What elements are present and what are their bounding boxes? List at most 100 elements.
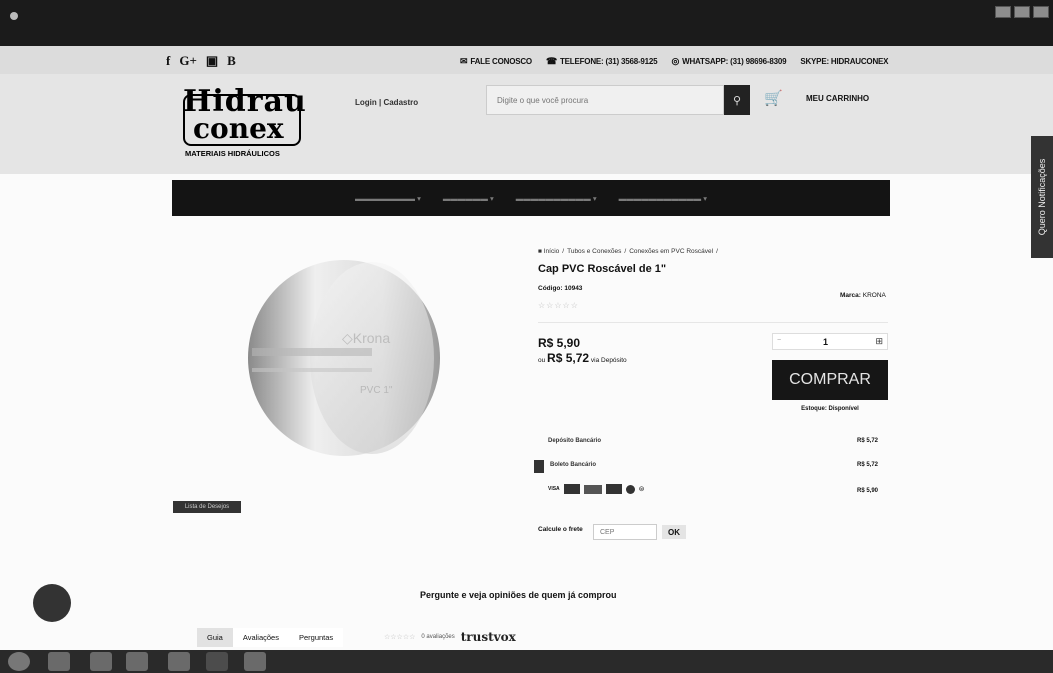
quantity-value[interactable]: 1 bbox=[823, 337, 828, 347]
payment-amount: R$ 5,72 bbox=[856, 438, 878, 444]
payment-amount: R$ 5,72 bbox=[856, 462, 878, 468]
svg-text:PVC 1": PVC 1" bbox=[360, 385, 393, 396]
taskbar bbox=[0, 650, 1053, 673]
main-nav: ▬▬▬▬▬▬▬▬ ▾ ▬▬▬▬▬▬ ▾ ▬▬▬▬▬▬▬▬▬▬ ▾ ▬▬▬▬▬▬▬… bbox=[172, 180, 890, 216]
cart-icon[interactable]: 🛒 bbox=[764, 89, 783, 107]
breadcrumb: ■ Início / Tubos e Conexões / Conexões em PV… bbox=[538, 248, 718, 255]
payment-method-name: Depósito Bancário bbox=[548, 438, 602, 444]
review-summary: ☆☆☆☆☆ 0 avaliações trustvox bbox=[384, 630, 516, 644]
close-button[interactable] bbox=[1033, 6, 1049, 18]
nav-item-1[interactable]: ▬▬▬▬▬▬▬▬ ▾ bbox=[355, 194, 421, 203]
taskbar-photos-icon[interactable] bbox=[244, 652, 266, 671]
visa-icon: VISA bbox=[548, 486, 560, 492]
nav-item-2[interactable]: ▬▬▬▬▬▬ ▾ bbox=[443, 194, 494, 203]
deposit-price-value: R$ 5,72 bbox=[547, 351, 590, 365]
payment-row-cards: VISA ⊜ R$ 5,90 bbox=[538, 482, 888, 504]
maximize-button[interactable] bbox=[1014, 6, 1030, 18]
login-link[interactable]: Login | Cadastro bbox=[355, 98, 418, 107]
site-logo[interactable]: Hidrau conex MATERIAIS HIDRÁULICOS bbox=[183, 84, 309, 164]
breadcrumb-subcategory[interactable]: Conexões em PVC Roscável bbox=[629, 248, 713, 255]
deposit-prefix: ou bbox=[538, 357, 546, 364]
brand-label: Marca: bbox=[840, 292, 861, 299]
deposit-price: ou R$ 5,72 via Depósito bbox=[538, 351, 627, 365]
fale-conosco-link[interactable]: ✉ FALE CONOSCO bbox=[460, 56, 532, 67]
phone-icon: ☎ bbox=[545, 56, 557, 66]
chat-bubble-icon[interactable] bbox=[33, 584, 71, 622]
minimize-button[interactable] bbox=[995, 6, 1011, 18]
social-links: f G+ ▣ B bbox=[166, 53, 236, 69]
divider bbox=[538, 322, 888, 323]
qa-tabs: Guia Avaliações Perguntas bbox=[197, 628, 344, 647]
start-button[interactable] bbox=[8, 652, 30, 671]
quantity-stepper: − 1 ⊞ bbox=[772, 333, 888, 350]
card-brands: VISA ⊜ bbox=[548, 484, 645, 494]
header: Hidrau conex MATERIAIS HIDRÁULICOS Login… bbox=[0, 74, 1053, 174]
facebook-icon[interactable]: f bbox=[166, 53, 170, 69]
nav-item-3[interactable]: ▬▬▬▬▬▬▬▬▬▬ ▾ bbox=[516, 194, 597, 203]
envelope-icon: ✉ bbox=[460, 56, 468, 66]
amex-icon bbox=[583, 484, 602, 494]
freight-ok-button[interactable]: OK bbox=[662, 525, 686, 539]
whatsapp-icon: ◎ bbox=[671, 56, 680, 66]
taskbar-chrome-icon[interactable] bbox=[168, 652, 190, 671]
window-controls bbox=[995, 6, 1049, 18]
product-image[interactable]: ◇Krona PVC 1" bbox=[232, 258, 448, 468]
notifications-tab[interactable]: Quero Notificações bbox=[1031, 136, 1053, 258]
tab-guia[interactable]: Guia bbox=[197, 628, 233, 647]
diners-icon bbox=[605, 484, 622, 494]
fale-conosco-label: FALE CONOSCO bbox=[470, 57, 532, 66]
top-bar: f G+ ▣ B ✉ FALE CONOSCO ☎ TELEFONE: (31)… bbox=[0, 46, 1053, 74]
nav-item-4[interactable]: ▬▬▬▬▬▬▬▬▬▬▬ ▾ bbox=[619, 194, 707, 203]
tab-avaliacoes[interactable]: Avaliações bbox=[232, 628, 289, 647]
google-plus-icon[interactable]: G+ bbox=[179, 53, 197, 69]
instagram-icon[interactable]: ▣ bbox=[206, 53, 218, 69]
logo-text-line2: conex bbox=[193, 112, 284, 145]
payment-row-deposit: Depósito Bancário R$ 5,72 bbox=[538, 432, 888, 454]
search-input[interactable] bbox=[487, 86, 723, 114]
skype-label: SKYPE: HIDRAUCONEX bbox=[800, 57, 889, 66]
telefone-link[interactable]: ☎ TELEFONE: (31) 3568-9125 bbox=[545, 56, 658, 67]
payment-amount: R$ 5,90 bbox=[856, 488, 878, 494]
rating-stars[interactable]: ☆☆☆☆☆ bbox=[538, 301, 579, 310]
payment-method-name: Boleto Bancário bbox=[550, 462, 597, 468]
taskbar-app-icon[interactable] bbox=[206, 652, 228, 671]
breadcrumb-home[interactable]: Início bbox=[544, 248, 560, 255]
logo-tagline: MATERIAIS HIDRÁULICOS bbox=[185, 149, 280, 158]
brand-value: KRONA bbox=[862, 292, 886, 299]
elo-icon bbox=[625, 484, 635, 494]
blog-icon[interactable]: B bbox=[227, 53, 236, 69]
quantity-increase-button[interactable]: ⊞ bbox=[875, 336, 883, 347]
search-icon: ⚲ bbox=[732, 94, 742, 107]
taskbar-explorer-icon[interactable] bbox=[90, 652, 112, 671]
mastercard-icon bbox=[563, 484, 580, 494]
notifications-tab-label: Quero Notificações bbox=[1037, 158, 1047, 236]
cep-input[interactable] bbox=[593, 524, 657, 540]
freight-label: Calcule o frete bbox=[538, 526, 583, 533]
product-title: Cap PVC Roscável de 1" bbox=[538, 263, 667, 275]
contact-links: ✉ FALE CONOSCO ☎ TELEFONE: (31) 3568-912… bbox=[460, 56, 888, 67]
barcode-icon bbox=[534, 460, 544, 473]
breadcrumb-category[interactable]: Tubos e Conexões bbox=[567, 248, 621, 255]
whatsapp-link[interactable]: ◎ WHATSAPP: (31) 98696-8309 bbox=[671, 56, 786, 67]
buy-button[interactable]: COMPRAR bbox=[772, 360, 888, 400]
browser-title-bar bbox=[0, 0, 1053, 46]
cart-link[interactable]: MEU CARRINHO bbox=[806, 94, 869, 103]
taskbar-ie-icon[interactable] bbox=[48, 652, 70, 671]
browser-favicon-icon bbox=[10, 12, 18, 20]
wishlist-label: Lista de Desejos bbox=[184, 504, 230, 510]
telefone-label: TELEFONE: (31) 3568-9125 bbox=[559, 57, 658, 66]
review-count[interactable]: 0 avaliações bbox=[421, 634, 454, 640]
stock-status: Estoque: Disponível bbox=[801, 406, 859, 412]
review-stars: ☆☆☆☆☆ bbox=[384, 634, 416, 641]
web-page: f G+ ▣ B ✉ FALE CONOSCO ☎ TELEFONE: (31)… bbox=[0, 46, 1053, 650]
search-button[interactable]: ⚲ bbox=[724, 85, 750, 115]
search-box bbox=[486, 85, 724, 115]
hipercard-icon: ⊜ bbox=[638, 486, 645, 493]
wishlist-button[interactable]: Lista de Desejos bbox=[173, 501, 241, 513]
taskbar-media-icon[interactable] bbox=[126, 652, 148, 671]
trustvox-logo: trustvox bbox=[460, 630, 516, 644]
svg-text:◇Krona: ◇Krona bbox=[342, 330, 390, 346]
skype-link[interactable]: SKYPE: HIDRAUCONEX bbox=[800, 56, 888, 67]
tab-perguntas[interactable]: Perguntas bbox=[288, 628, 344, 647]
quantity-decrease-button[interactable]: − bbox=[777, 337, 781, 344]
